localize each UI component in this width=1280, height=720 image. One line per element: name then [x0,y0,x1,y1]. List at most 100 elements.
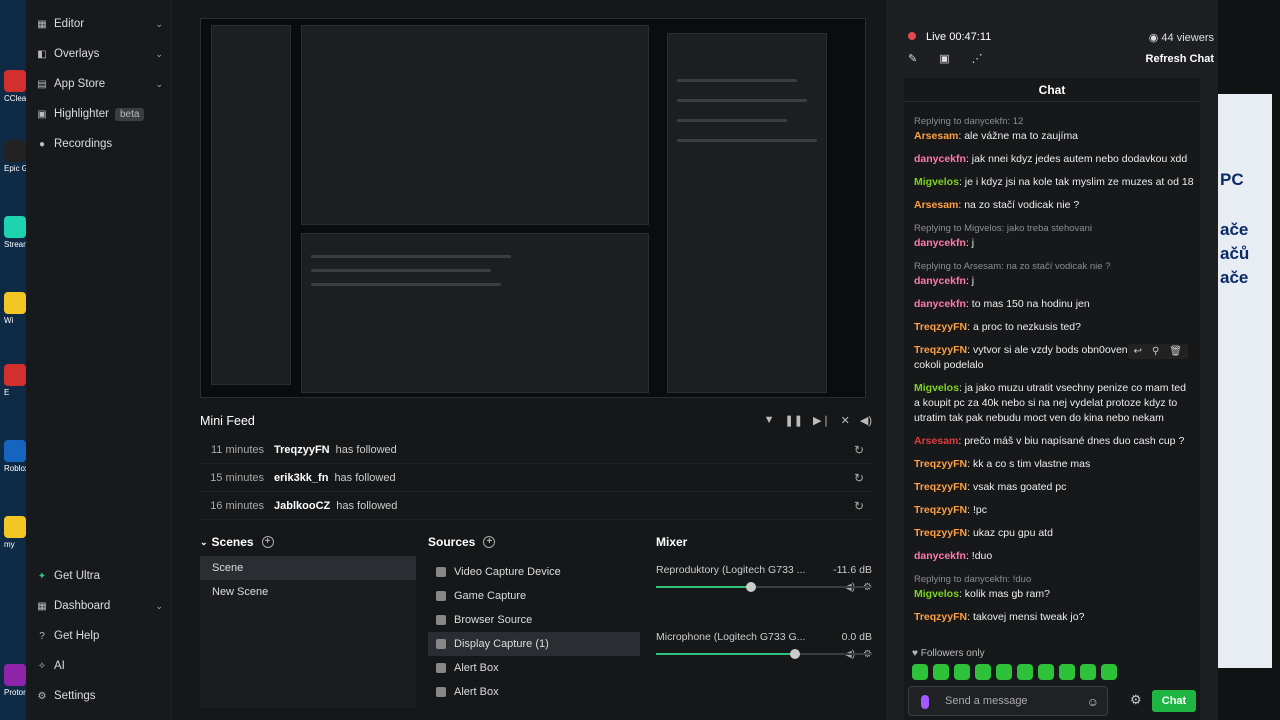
chat-message[interactable]: TreqzyyFN: ukaz cpu gpu atd [914,526,1194,541]
send-chat-button[interactable]: Chat [1152,690,1196,712]
sidebar-item-settings[interactable]: ⚙ Settings [36,685,163,707]
emote[interactable] [912,664,928,680]
chat-username[interactable]: danycekfn [914,550,966,562]
chat-username[interactable]: Migvelos [914,588,959,600]
sidebar-item-highlighter[interactable]: ▣ Highlighter beta [36,103,163,125]
volume-slider[interactable] [656,649,872,659]
chat-message[interactable]: TreqzyyFN: vsak mas goated pc [914,480,1194,495]
sidebar-item-dashboard[interactable]: ▦ Dashboard ⌄ [36,595,163,617]
chat-username[interactable]: Migvelos [914,176,959,188]
desktop-icon[interactable]: Stream [4,216,26,249]
chat-username[interactable]: Arsesam [914,435,958,447]
chat-message[interactable]: TreqzyyFN: kk a co s tim vlastne mas [914,457,1194,472]
chat-username[interactable]: Migvelos [914,382,959,394]
chat-message[interactable]: danycekfn: !duo [914,549,1194,564]
emote[interactable] [1080,664,1096,680]
sidebar-item-editor[interactable]: ▦ Editor ⌄ [36,13,163,35]
chat-tool-icons: ✎ ▣ ⋰ [908,52,983,65]
gear-icon[interactable]: ⚙ [1130,692,1142,708]
chat-message[interactable]: Replying to Migvelos: jako treba stehova… [914,221,1194,251]
sidebar-item-get-ultra[interactable]: ✦ Get Ultra [36,565,163,587]
chat-message[interactable]: Migvelos: je i kdyz jsi na kole tak mysl… [914,175,1194,190]
replay-icon[interactable]: ↻ [854,499,864,513]
chat-message[interactable]: TreqzyyFN: a proc to nezkusis ted? [914,320,1194,335]
desktop-icon[interactable]: Roblox [4,440,26,473]
add-scene-icon[interactable]: + [261,536,274,548]
scene-item[interactable]: Scene [200,556,416,580]
chat-username[interactable]: TreqzyyFN [914,321,967,333]
source-item[interactable]: Video Capture Device [428,560,640,584]
chat-message[interactable]: Arsesam: prečo máš v biu napísané dnes d… [914,434,1194,449]
chat-username[interactable]: TreqzyyFN [914,458,967,470]
emote[interactable] [1059,664,1075,680]
replay-icon[interactable]: ↻ [854,471,864,485]
chat-text: !pc [972,504,987,516]
sidebar-item-ai[interactable]: ✧ AI [36,655,163,677]
delete-icon[interactable]: 🗑 [1169,346,1182,357]
chat-username[interactable]: TreqzyyFN [914,344,967,356]
emote[interactable] [933,664,949,680]
stream-preview[interactable] [200,18,866,398]
reply-icon[interactable]: ↩ [1134,346,1142,357]
chat-username[interactable]: TreqzyyFN [914,504,967,516]
copy-icon[interactable]: ▣ [939,52,949,65]
source-item[interactable]: Display Capture (1) [428,632,640,656]
chat-message[interactable]: danycekfn: to mas 150 na hodinu jen [914,297,1194,312]
chat-username[interactable]: Arsesam [914,199,958,211]
chat-message[interactable]: Migvelos: ja jako muzu utratit vsechny p… [914,381,1194,426]
chat-username[interactable]: TreqzyyFN [914,527,967,539]
refresh-chat-button[interactable]: Refresh Chat [1146,53,1214,65]
source-item[interactable]: Alert Box [428,680,640,704]
desktop-icon[interactable]: CClea [4,70,26,103]
emote[interactable] [975,664,991,680]
desktop-icon[interactable]: E [4,364,26,397]
add-source-icon[interactable]: + [483,536,496,548]
desktop-icon[interactable]: Wi [4,292,26,325]
emote[interactable] [1038,664,1054,680]
emote[interactable] [954,664,970,680]
emote[interactable] [1017,664,1033,680]
skip-icon[interactable]: ▶❘ [813,414,831,427]
mute-icon[interactable]: ✕ [841,414,850,427]
chat-message[interactable]: Replying to Arsesam: na zo stačí vodicak… [914,259,1194,289]
chat-message[interactable]: TreqzyyFN: takovej mensi tweak jo? [914,610,1194,625]
message-input[interactable]: Send a message ☺ [908,686,1108,716]
desktop-icon[interactable]: my [4,516,26,549]
replay-icon[interactable]: ↻ [854,443,864,457]
emote[interactable] [996,664,1012,680]
chevron-down-icon[interactable]: ⌄ [200,537,208,548]
chat-username[interactable]: danycekfn [914,237,966,249]
chat-message[interactable]: Replying to danycekfn: !duo Migvelos: kol… [914,572,1194,602]
volume-slider[interactable] [656,582,872,592]
chat-username[interactable]: danycekfn [914,298,966,310]
grid-icon: ▦ [37,18,47,30]
volume-icon[interactable]: ◀) [860,414,872,427]
sidebar-item-overlays[interactable]: ◧ Overlays ⌄ [36,43,163,65]
sidebar-item-app-store[interactable]: ▤ App Store ⌄ [36,73,163,95]
chat-username[interactable]: TreqzyyFN [914,481,967,493]
pin-icon[interactable]: ⚲ [1152,346,1159,357]
desktop-icon[interactable]: Protor [4,664,26,697]
chat-username[interactable]: TreqzyyFN [914,611,967,623]
filter-icon[interactable]: ▼ [764,414,775,427]
sidebar-item-recordings[interactable]: ● Recordings [36,133,163,155]
scene-item[interactable]: New Scene [200,580,416,604]
chat-message[interactable]: Replying to danycekfn: 12 Arsesam: ale vá… [914,114,1194,144]
pencil-icon[interactable]: ✎ [908,52,917,65]
chat-message[interactable]: Arsesam: na zo stačí vodicak nie ? [914,198,1194,213]
chat-username[interactable]: danycekfn [914,275,966,287]
sidebar-item-get-help[interactable]: ? Get Help [36,625,163,647]
pause-icon[interactable]: ❚❚ [785,414,803,427]
desktop-icon[interactable]: Epic G [4,140,26,173]
preview-sidebar [211,25,291,385]
emoji-icon[interactable]: ☺ [1087,695,1099,709]
source-item[interactable]: Game Capture [428,584,640,608]
share-icon[interactable]: ⋰ [972,52,983,65]
chat-message[interactable]: TreqzyyFN: !pc [914,503,1194,518]
chat-message[interactable]: danycekfn: jak nnei kdyz jedes autem neb… [914,152,1194,167]
chat-username[interactable]: Arsesam [914,130,958,142]
source-item[interactable]: Browser Source [428,608,640,632]
chat-username[interactable]: danycekfn [914,153,966,165]
source-item[interactable]: Alert Box [428,656,640,680]
emote[interactable] [1101,664,1117,680]
